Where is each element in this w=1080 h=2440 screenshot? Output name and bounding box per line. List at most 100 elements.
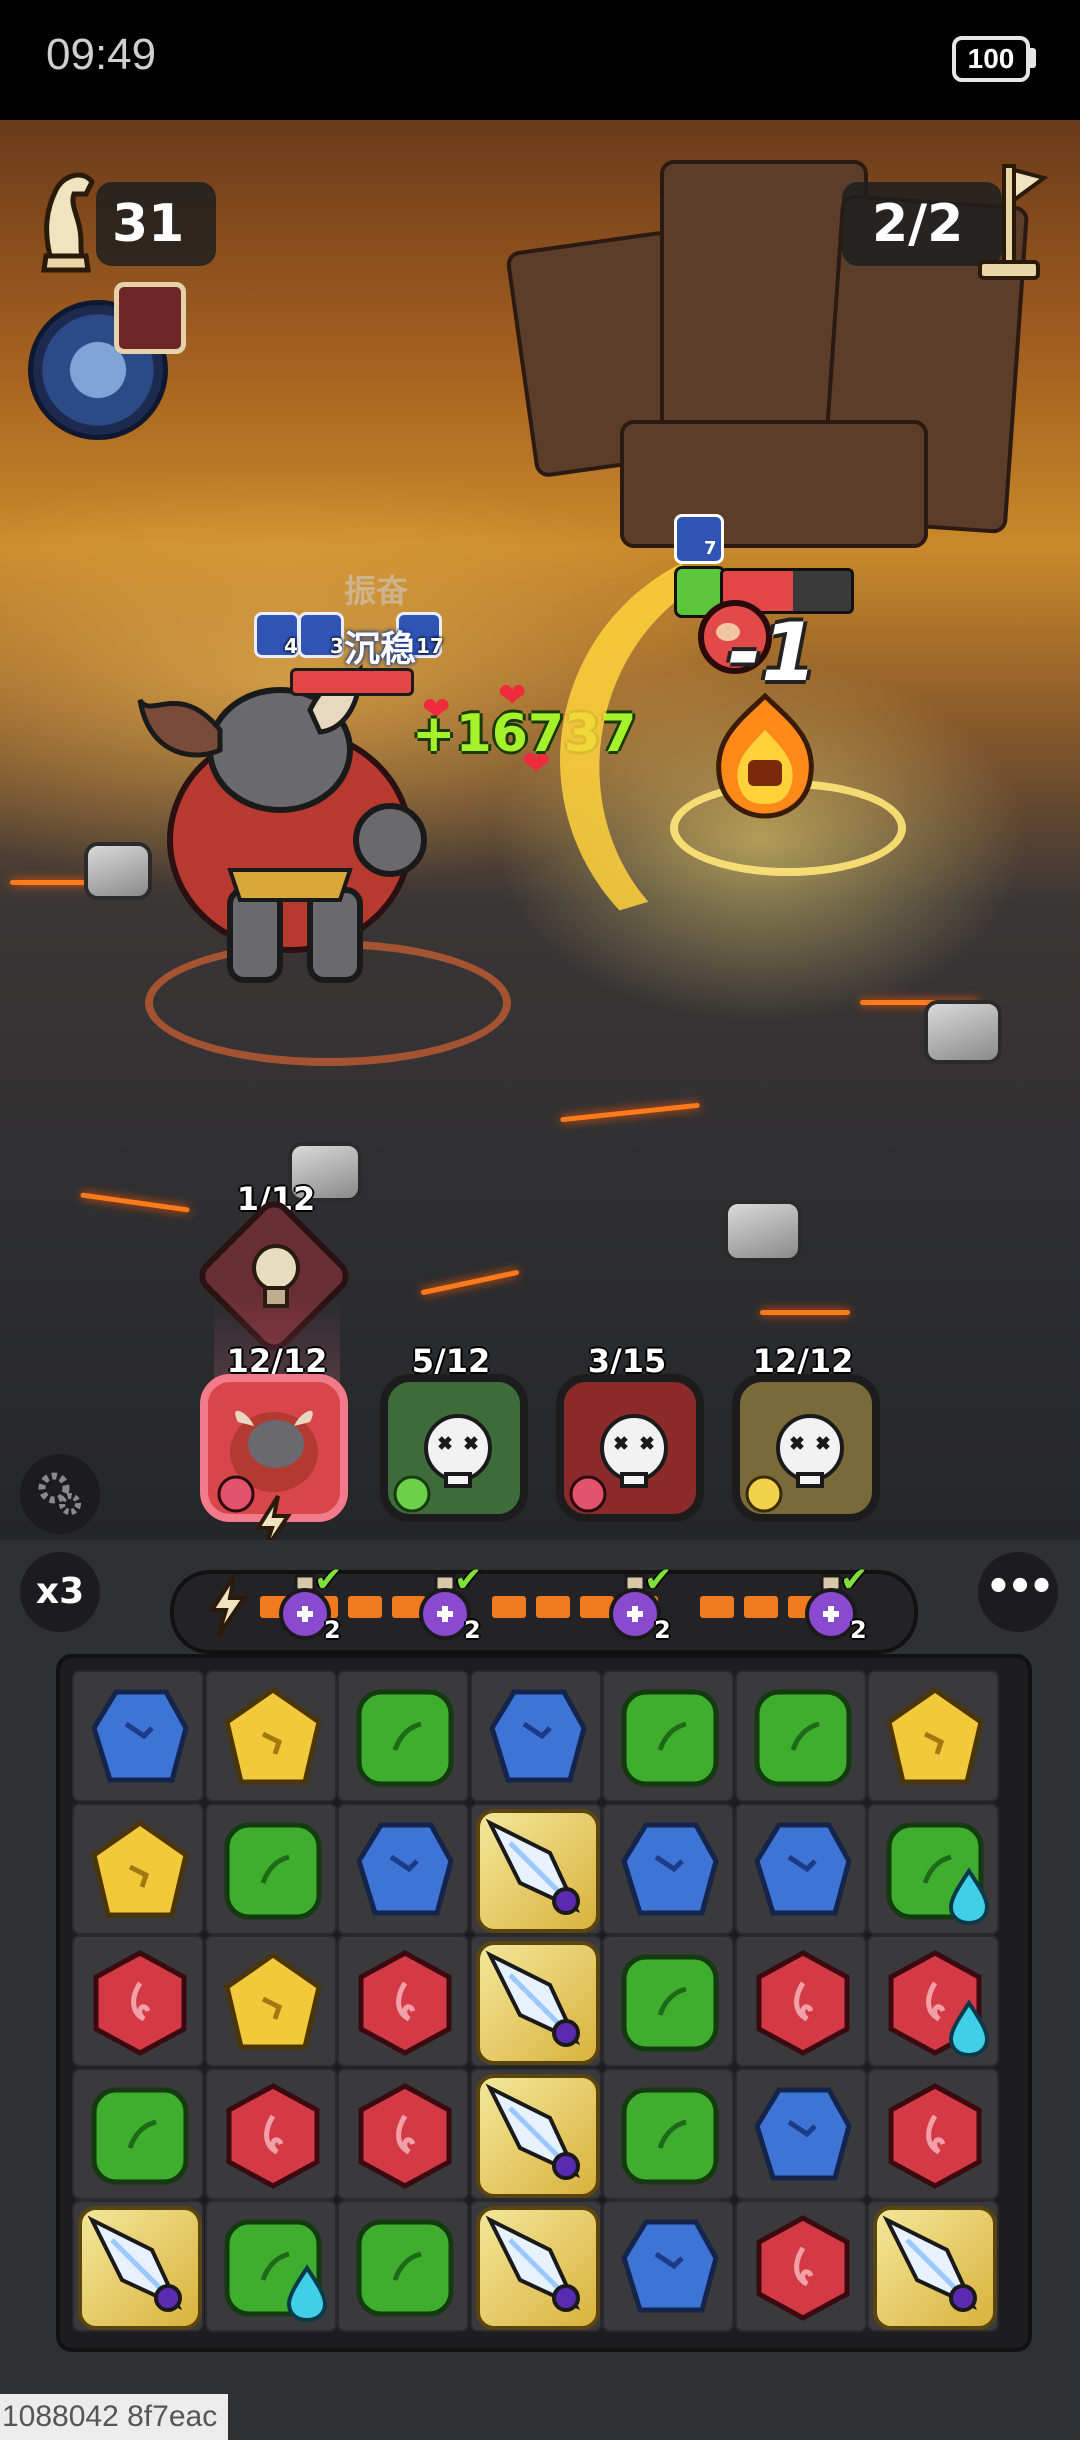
progress-dash: [744, 1596, 778, 1618]
sword-tile: [78, 2206, 202, 2330]
board-cell[interactable]: [734, 1935, 867, 2067]
board-cell[interactable]: [72, 2200, 204, 2332]
green-gem-icon: [356, 1689, 454, 1787]
board-cell[interactable]: [734, 1802, 867, 1935]
blue-gem-icon: [621, 2219, 719, 2313]
green-gem-icon: [91, 2087, 189, 2184]
buff-count: 17: [416, 634, 444, 658]
board-cell[interactable]: [337, 1670, 469, 1802]
yellow-gem-icon: [91, 1819, 189, 1917]
speed-button[interactable]: x3: [20, 1552, 100, 1632]
yellow-gem-icon: [223, 1951, 322, 2050]
game-screen: 09:49 100 31 2/2 振奋 4 3 17 沉稳 ❤ ❤ ❤ +167…: [0, 0, 1080, 2440]
board-cell[interactable]: [602, 2200, 734, 2332]
board-cell[interactable]: [204, 1802, 337, 1935]
board-cell[interactable]: [734, 1670, 867, 1802]
board-cell[interactable]: [204, 1670, 337, 1802]
sword-icon: [485, 2215, 580, 2312]
board-cell[interactable]: [337, 2067, 469, 2200]
minotaur-hero: [137, 663, 427, 983]
red-gem-icon: [888, 2082, 982, 2189]
yellow-gem-icon: [886, 1686, 984, 1785]
board-cell[interactable]: [734, 2200, 867, 2332]
light-element-icon: [745, 1475, 783, 1513]
progress-dash: [536, 1596, 570, 1618]
lava-crack: [420, 1269, 520, 1296]
stone: [724, 1200, 802, 1262]
blue-gem-icon: [91, 1689, 189, 1783]
green-gem-icon: [621, 1954, 719, 2052]
board-cell[interactable]: [602, 1935, 734, 2067]
board-cell[interactable]: [867, 1670, 999, 1802]
sword-icon: [882, 2215, 978, 2312]
check-icon: ✔: [314, 1560, 343, 1600]
progress-dash: [492, 1596, 526, 1618]
board-cell[interactable]: [867, 2067, 999, 2200]
water-drop-icon: [948, 1866, 990, 1925]
board-cell[interactable]: [469, 1802, 602, 1935]
board-cell[interactable]: [734, 2067, 867, 2200]
sword-tile: [475, 1808, 600, 1933]
board-cell[interactable]: [469, 2067, 602, 2200]
potion-count: 2: [654, 1616, 671, 1644]
red-gem-icon: [358, 1950, 452, 2056]
board-cell[interactable]: [72, 1670, 204, 1802]
blue-gem-icon: [753, 2087, 852, 2180]
board-cell[interactable]: [72, 2067, 204, 2200]
sword-tile: [475, 2073, 600, 2198]
more-button[interactable]: •••: [978, 1552, 1058, 1632]
board-cell[interactable]: [337, 2200, 469, 2332]
board-cell[interactable]: [867, 1802, 999, 1935]
board-cell[interactable]: [602, 1670, 734, 1802]
board-cell[interactable]: [204, 2067, 337, 2200]
enemy-buff-count: 7: [704, 538, 717, 559]
sword-tile: [873, 2206, 997, 2330]
clock: 09:49: [46, 30, 157, 79]
water-drop-icon: [948, 1999, 990, 2058]
board-cell[interactable]: [337, 1802, 469, 1935]
gear-icon: [38, 1472, 81, 1515]
settings-button[interactable]: [20, 1454, 100, 1534]
board-cell[interactable]: [602, 1802, 734, 1935]
board-cell[interactable]: [469, 1670, 602, 1802]
lightning-icon: [208, 1574, 248, 1638]
wave-value: 2/2: [872, 194, 964, 254]
lava-crack: [560, 1102, 700, 1123]
sword-icon: [485, 1818, 580, 1915]
board-cell[interactable]: [337, 1935, 469, 2067]
check-icon: ✔: [840, 1560, 869, 1600]
flag-icon: [978, 164, 1049, 280]
boss-portrait-icon[interactable]: [114, 282, 186, 354]
wind-element-icon: [393, 1475, 431, 1513]
sword-tile: [475, 1941, 600, 2065]
board-cell[interactable]: [72, 1935, 204, 2067]
match-board[interactable]: [56, 1654, 1032, 2352]
fire-spirit-enemy[interactable]: [700, 690, 830, 820]
blue-gem-icon: [753, 1822, 852, 1915]
red-gem-icon: [756, 2215, 849, 2321]
moves-value: 31: [112, 194, 185, 254]
buff-count: 4: [284, 634, 298, 658]
red-gem-icon: [756, 1950, 849, 2056]
status-text: 沉稳: [344, 629, 417, 670]
green-gem-icon: [754, 1689, 851, 1787]
board-cell[interactable]: [867, 1935, 999, 2067]
status-faded-text: 振奋: [344, 572, 409, 610]
build-id: 1088042 8f7eac: [0, 2394, 228, 2440]
potion-count: 2: [850, 1616, 867, 1644]
green-gem-icon: [621, 1689, 719, 1787]
board-cell[interactable]: [72, 1802, 204, 1935]
green-gem-icon: [356, 2219, 454, 2317]
player-hp-bar: [290, 668, 414, 696]
yellow-gem-icon: [223, 1686, 322, 1785]
check-icon: ✔: [454, 1560, 483, 1600]
board-cell[interactable]: [204, 2200, 337, 2332]
knight-icon: [41, 172, 95, 273]
board-cell[interactable]: [469, 2200, 602, 2332]
board-cell[interactable]: [867, 2200, 999, 2332]
blue-gem-icon: [488, 1689, 587, 1783]
red-gem-icon: [226, 2082, 319, 2189]
board-cell[interactable]: [469, 1935, 602, 2067]
board-cell[interactable]: [602, 2067, 734, 2200]
board-cell[interactable]: [204, 1935, 337, 2067]
